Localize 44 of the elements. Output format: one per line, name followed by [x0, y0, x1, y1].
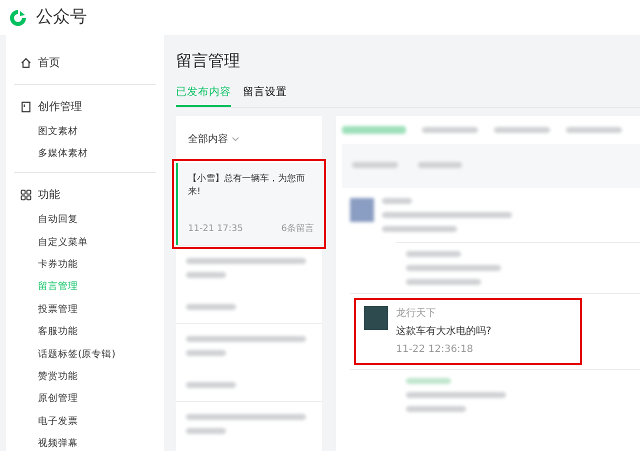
sidebar-item[interactable]: 图文素材	[6, 121, 164, 144]
blurred-text	[186, 382, 236, 388]
tab[interactable]: 留言设置	[243, 81, 287, 107]
sidebar-section[interactable]: 创作管理	[38, 98, 82, 115]
sidebar-item[interactable]: 多媒体素材	[6, 143, 164, 166]
blurred-text	[186, 350, 226, 356]
chevron-down-icon	[232, 136, 239, 142]
sidebar-item[interactable]: 原创管理	[6, 388, 164, 411]
blurred-text	[422, 126, 478, 133]
grid-icon	[20, 189, 32, 202]
sidebar-item[interactable]: 话题标签(原专辑)	[6, 344, 164, 366]
avatar-placeholder	[364, 306, 388, 330]
document-icon	[20, 100, 32, 113]
blurred-text	[406, 378, 451, 384]
blurred-avatar	[350, 198, 374, 222]
blurred-text	[406, 250, 461, 257]
blurred-text	[566, 126, 622, 133]
article-date: 11-21 17:35	[188, 223, 243, 236]
comment-text: 这款车有大水电的吗?	[396, 324, 492, 339]
blurred-text	[186, 304, 236, 310]
sidebar-item[interactable]: 视频弹幕	[6, 433, 164, 451]
sidebar-item[interactable]: 赞赏功能	[6, 366, 164, 388]
logo-icon	[8, 8, 28, 28]
comment-count: 6条留言	[281, 223, 314, 236]
blurred-text	[494, 126, 550, 133]
sidebar-item[interactable]: 客服功能	[6, 321, 164, 344]
sidebar-section[interactable]: 首页	[38, 55, 60, 72]
comment-author: 龙行天下	[396, 306, 437, 321]
article-title: 【小雪】总有一辆车，为您而来!	[188, 172, 306, 200]
blurred-text	[186, 272, 226, 278]
home-icon	[20, 57, 32, 70]
comment-time: 11-22 12:36:18	[396, 342, 474, 357]
filter-dropdown[interactable]: 全部内容	[188, 132, 228, 147]
app-title: 公众号	[36, 6, 87, 29]
page-title: 留言管理	[176, 50, 241, 72]
blurred-text	[382, 198, 412, 204]
sidebar-item[interactable]: 自定义菜单	[6, 232, 164, 254]
sidebar-item[interactable]: 电子发票	[6, 410, 164, 434]
blurred-text	[186, 428, 226, 434]
sidebar-item[interactable]: 卡券功能	[6, 254, 164, 276]
blurred-text	[406, 406, 466, 412]
sidebar-item[interactable]: 投票管理	[6, 298, 164, 322]
sidebar-item[interactable]: 自动回复	[6, 209, 164, 232]
sidebar-section[interactable]: 功能	[38, 186, 60, 204]
